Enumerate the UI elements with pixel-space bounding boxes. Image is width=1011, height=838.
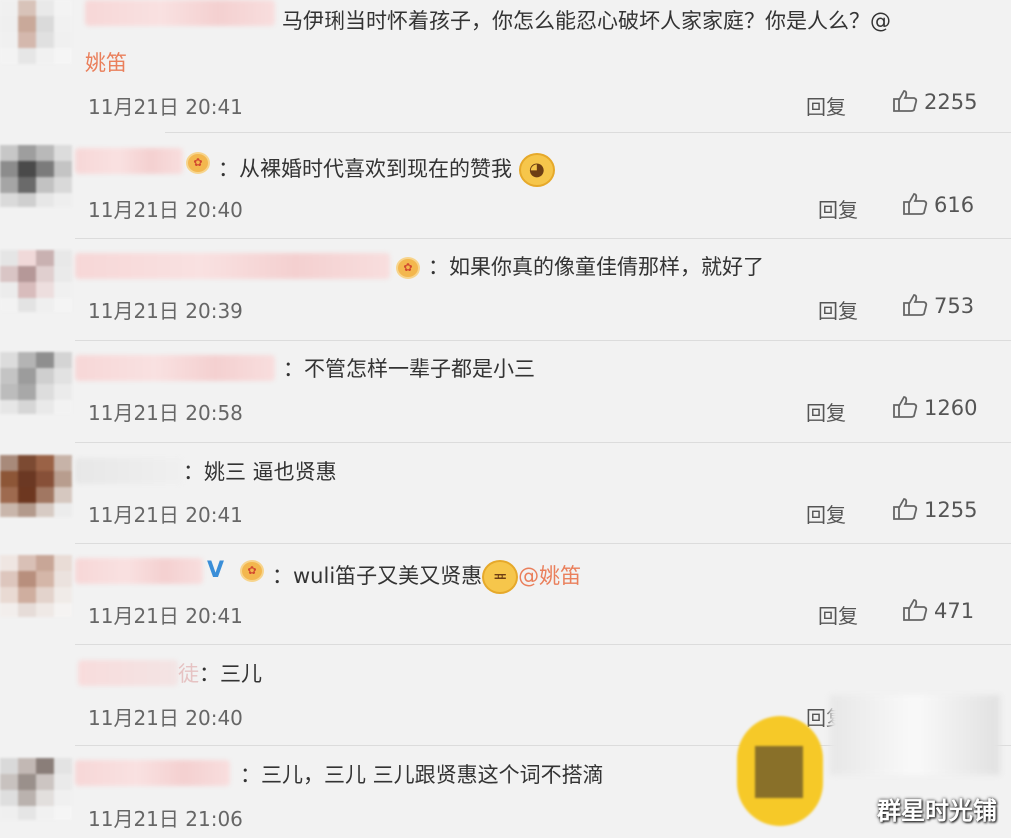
avatar[interactable] [0, 250, 72, 312]
reply-button[interactable]: 回复 [806, 499, 846, 528]
username-blurred[interactable] [75, 253, 390, 279]
comment-time: 11月21日 20:41 [88, 95, 243, 119]
divider [75, 238, 1011, 239]
vip-badge-icon: ✿ [396, 257, 420, 279]
reply-button[interactable]: 回复 [818, 295, 858, 324]
like-count: 2255 [924, 90, 978, 114]
comment-text: ：姚三 逼也贤惠 [183, 459, 337, 485]
comment-text: 徒：三儿 [178, 661, 262, 687]
smug-emoji-icon: ≖ [482, 560, 519, 594]
like-button[interactable]: 1260 [892, 395, 977, 420]
watermark-text: 群星时光铺 [877, 797, 997, 825]
vip-badge-icon: ✿ [240, 560, 264, 582]
divider [75, 644, 1011, 645]
comment-time: 11月21日 20:41 [88, 604, 243, 628]
divider [165, 132, 1011, 133]
avatar[interactable] [0, 145, 72, 207]
avatar[interactable] [0, 758, 72, 820]
comment-text: ：从裸婚时代喜欢到现在的赞我 ◕ [218, 153, 555, 187]
thumbs-up-icon [893, 396, 918, 418]
comment-time: 11月21日 20:41 [88, 503, 243, 527]
username-blurred[interactable] [75, 760, 230, 786]
comment-time: 11月21日 20:58 [88, 401, 243, 425]
mention-link[interactable]: @姚笛 [518, 564, 581, 588]
username-blurred[interactable] [75, 148, 183, 174]
thumbs-up-icon [903, 294, 928, 316]
avatar[interactable] [0, 352, 72, 414]
avatar[interactable] [0, 455, 72, 517]
username-blurred[interactable] [85, 0, 275, 26]
comment-body: ：如果你真的像童佳倩那样，就好了 [428, 255, 764, 279]
username-blurred[interactable] [75, 558, 203, 584]
like-button[interactable]: 753 [902, 293, 974, 318]
comment-body: ：从裸婚时代喜欢到现在的赞我 [218, 157, 512, 181]
thumbs-up-icon [893, 498, 918, 520]
reply-button[interactable]: 回复 [806, 91, 846, 120]
avatar[interactable] [0, 0, 72, 66]
like-count: 471 [934, 599, 975, 623]
divider [75, 543, 1011, 544]
comment-time: 11月21日 21:06 [88, 807, 243, 831]
verified-icon: V [207, 558, 225, 583]
comment-text: ：不管怎样一辈子都是小三 [283, 356, 535, 382]
watermark-logo-icon [737, 716, 823, 826]
divider [75, 442, 1011, 443]
thumbs-up-icon [903, 599, 928, 621]
comment-time: 11月21日 20:40 [88, 198, 243, 222]
thumbs-up-icon [893, 90, 918, 112]
comment-body: ：三儿，三儿 三儿跟贤惠这个词不搭滴 [240, 763, 604, 787]
username-blurred[interactable] [78, 660, 178, 686]
like-button[interactable]: 1255 [892, 497, 977, 522]
like-button[interactable]: 2255 [892, 89, 977, 114]
dog-emoji-icon: ◕ [518, 153, 555, 187]
mention-link[interactable]: 姚笛 [85, 50, 127, 76]
comment-text: ：如果你真的像童佳倩那样，就好了 [428, 254, 764, 280]
comment-text: 马伊琍当时怀着孩子，你怎么能忍心破坏人家家庭？你是人么？@ [282, 8, 891, 34]
comment-body: ：姚三 逼也贤惠 [183, 460, 337, 484]
comment-text: ：wuli笛子又美又贤惠 ≖ @姚笛 [272, 560, 581, 594]
comment-body: ：不管怎样一辈子都是小三 [283, 357, 535, 381]
comment-time: 11月21日 20:39 [88, 299, 243, 323]
reply-button[interactable]: 回复 [806, 397, 846, 426]
username-fragment: 徒 [178, 662, 199, 686]
comment-body: ：三儿 [199, 662, 262, 686]
reply-button[interactable]: 回复 [818, 600, 858, 629]
like-count: 616 [934, 193, 975, 217]
avatar[interactable] [0, 555, 72, 617]
comment-body: ：wuli笛子又美又贤惠 [272, 564, 483, 588]
comment-body: 马伊琍当时怀着孩子，你怎么能忍心破坏人家家庭？你是人么？@ [282, 9, 891, 33]
reply-button[interactable]: 回复 [818, 194, 858, 223]
thumbs-up-icon [903, 193, 928, 215]
username-blurred[interactable] [75, 458, 183, 484]
like-button[interactable]: 471 [902, 598, 974, 623]
like-count: 1260 [924, 396, 978, 420]
divider [75, 340, 1011, 341]
like-button[interactable]: 616 [902, 192, 974, 217]
like-count: 753 [934, 294, 975, 318]
like-count: 1255 [924, 498, 978, 522]
blurred-area [830, 695, 1000, 775]
username-blurred[interactable] [75, 355, 275, 381]
comment-time: 11月21日 20:40 [88, 706, 243, 730]
comment-text: ：三儿，三儿 三儿跟贤惠这个词不搭滴 [240, 762, 604, 788]
vip-badge-icon: ✿ [186, 152, 210, 174]
